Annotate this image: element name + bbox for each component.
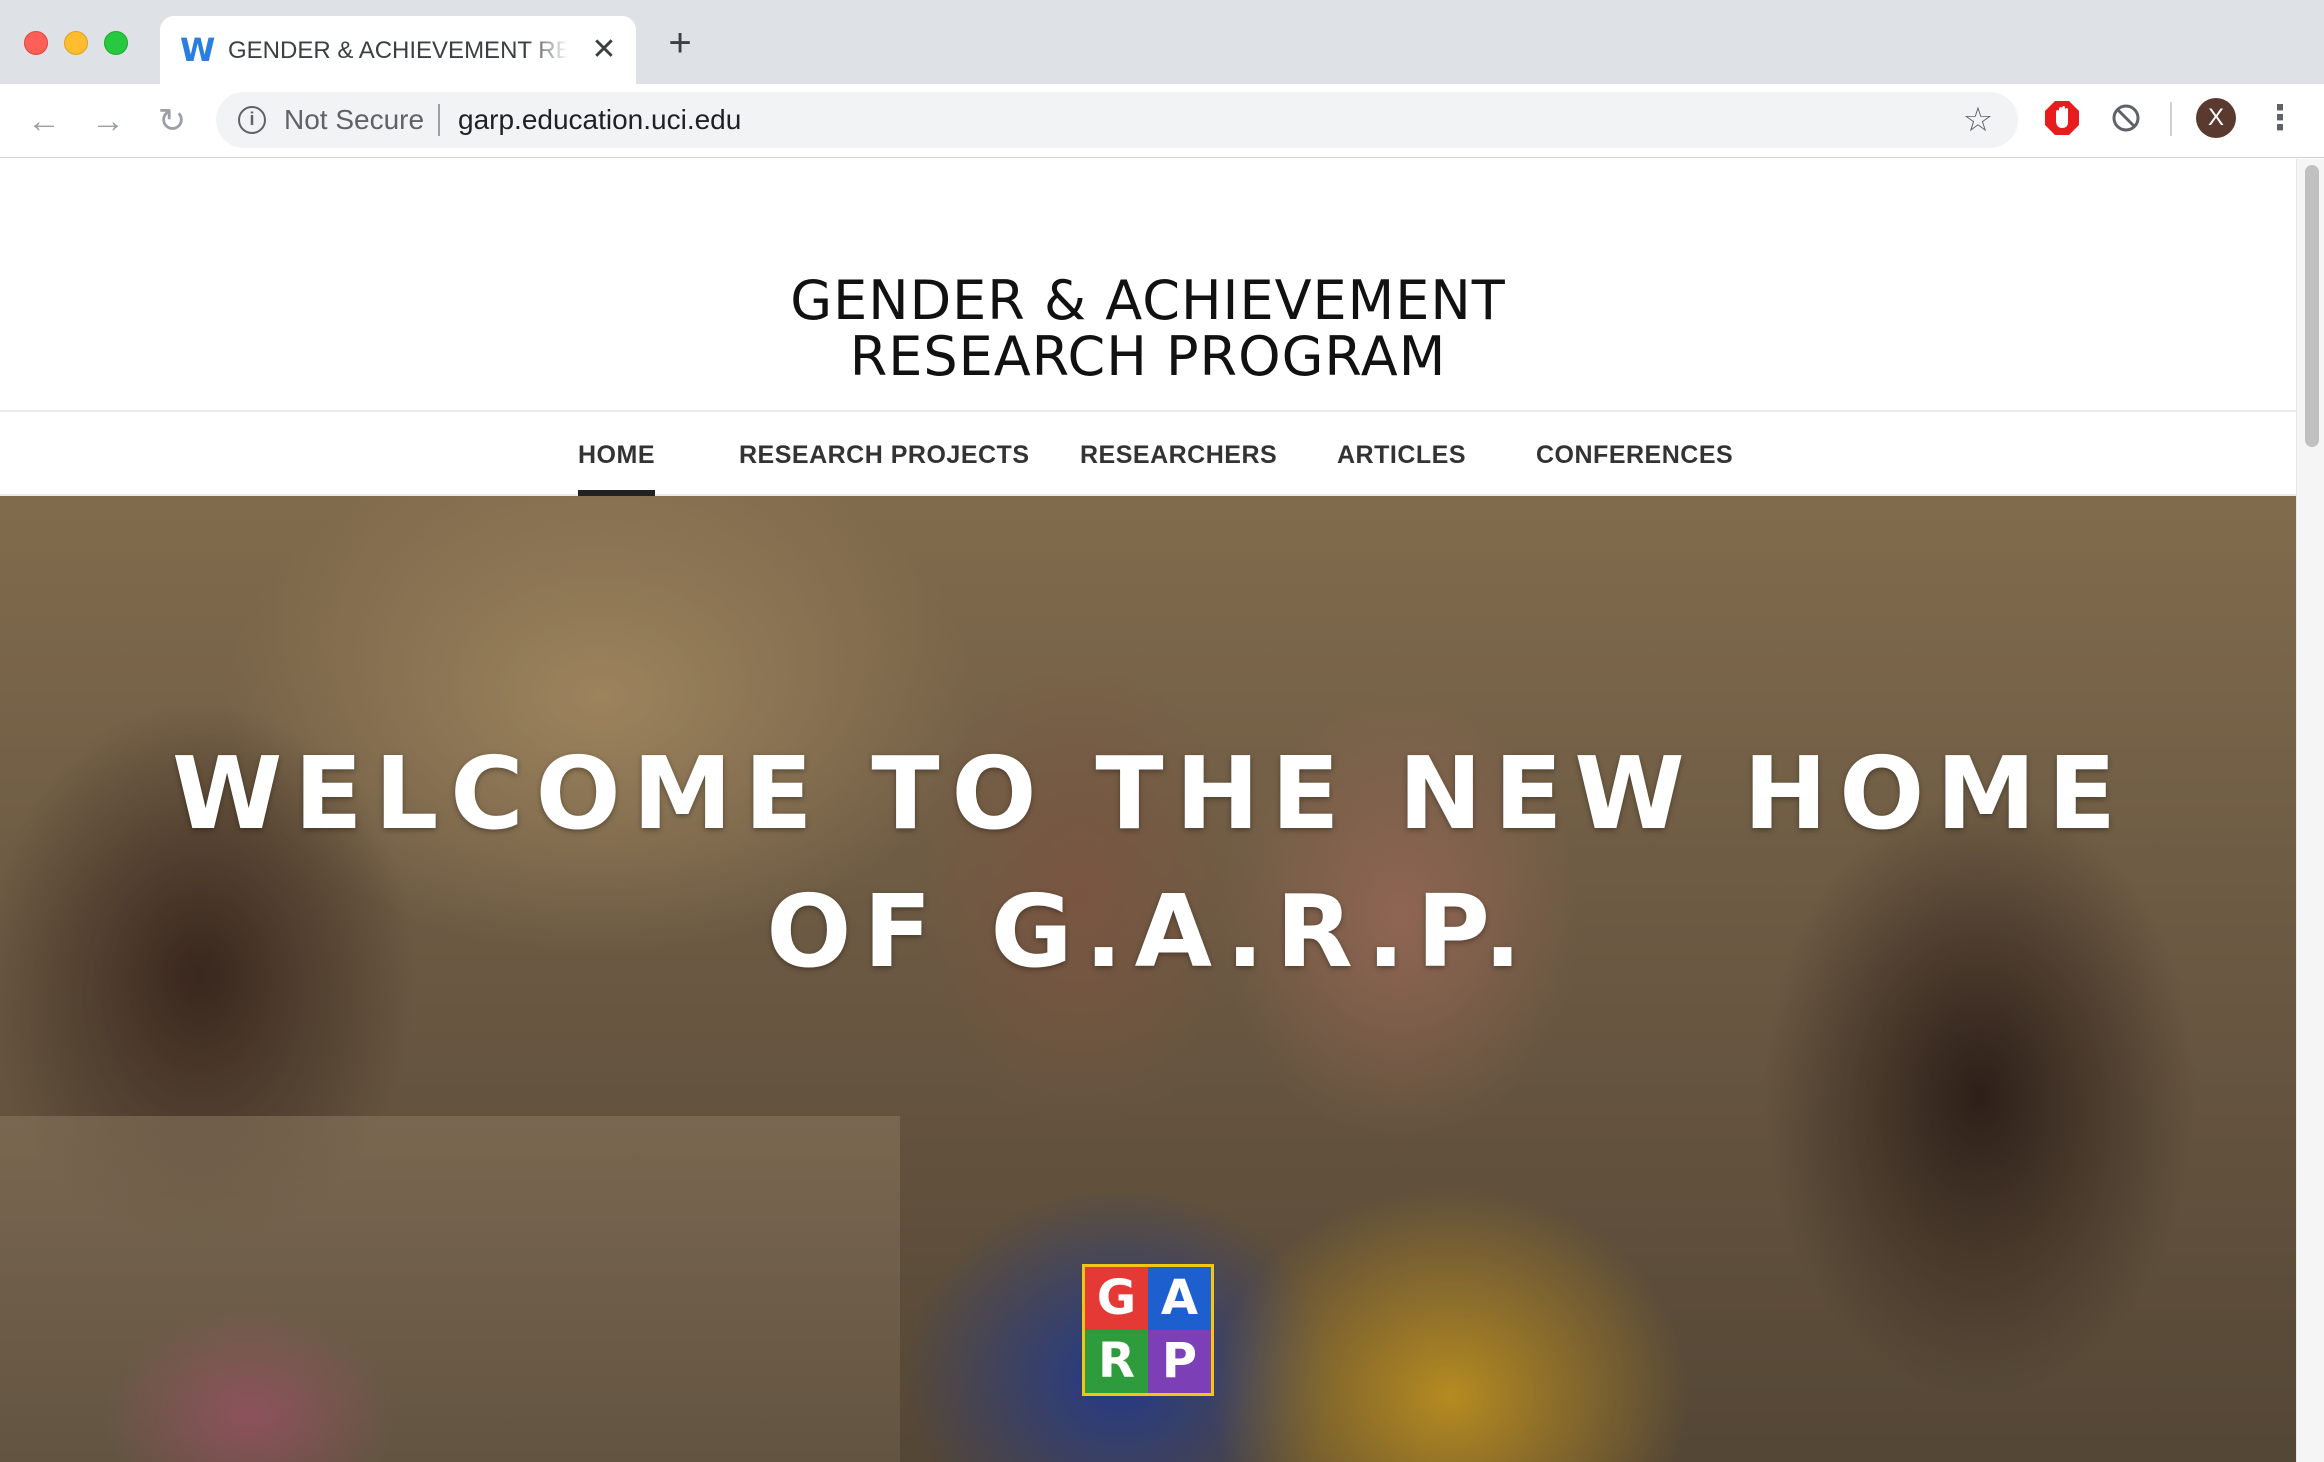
hero-heading: WELCOME TO THE NEW HOME OF G.A.R.P. [150, 725, 2150, 1001]
scrollbar-thumb[interactable] [2305, 165, 2319, 447]
window-zoom-button[interactable] [104, 31, 128, 55]
block-extension-icon[interactable] [2110, 102, 2142, 134]
garp-logo-letter: A [1148, 1267, 1211, 1330]
new-tab-button[interactable]: + [664, 23, 696, 63]
browser-chrome: W GENDER & ACHIEVEMENT RESEARCH PROGRAM … [0, 0, 2324, 158]
hero-banner: WELCOME TO THE NEW HOME OF G.A.R.P. G A … [0, 496, 2296, 1462]
hero-heading-line-1: WELCOME TO THE NEW HOME [171, 735, 2129, 852]
site-title-line-1: GENDER & ACHIEVEMENT [790, 269, 1506, 333]
reload-icon[interactable]: ↻ [152, 102, 192, 142]
page-viewport: GENDER & ACHIEVEMENT RESEARCH PROGRAM HO… [0, 159, 2324, 1462]
garp-logo-letter: G [1085, 1267, 1148, 1330]
address-bar[interactable]: i Not Secure garp.education.uci.edu ☆ [216, 92, 2018, 148]
garp-logo: G A R P [1082, 1264, 1214, 1396]
url-text[interactable]: garp.education.uci.edu [458, 104, 741, 136]
site-header: GENDER & ACHIEVEMENT RESEARCH PROGRAM [0, 159, 2296, 410]
bookmark-star-icon[interactable]: ☆ [1960, 102, 1996, 138]
forward-arrow-icon[interactable]: → [88, 102, 128, 142]
nav-home[interactable]: HOME [578, 438, 655, 496]
page-scrollbar[interactable] [2296, 159, 2324, 1462]
omnibox-divider [438, 104, 440, 136]
profile-avatar[interactable]: X [2196, 98, 2236, 138]
browser-tab-active[interactable]: W GENDER & ACHIEVEMENT RESEARCH PROGRAM … [160, 16, 636, 84]
nav-researchers[interactable]: RESEARCHERS [1080, 438, 1277, 472]
tab-strip: W GENDER & ACHIEVEMENT RESEARCH PROGRAM … [0, 0, 2324, 84]
garp-logo-letter: P [1148, 1330, 1211, 1393]
garp-logo-letter: R [1085, 1330, 1148, 1393]
nav-articles[interactable]: ARTICLES [1337, 438, 1466, 472]
site-navigation: HOME RESEARCH PROJECTS RESEARCHERS ARTIC… [0, 410, 2296, 496]
weebly-w-icon: W [180, 31, 216, 69]
tab-title: GENDER & ACHIEVEMENT RESEARCH PROGRAM [228, 37, 568, 64]
hero-heading-line-2: OF G.A.R.P. [766, 873, 1534, 990]
nav-conferences[interactable]: CONFERENCES [1536, 438, 1733, 472]
site-title-line-2: RESEARCH PROGRAM [849, 325, 1447, 389]
site-title[interactable]: GENDER & ACHIEVEMENT RESEARCH PROGRAM [0, 273, 2296, 385]
close-tab-icon[interactable]: ✕ [588, 34, 620, 66]
adblock-extension-icon[interactable] [2044, 100, 2080, 136]
window-close-button[interactable] [24, 31, 48, 55]
hero-background-photo [0, 1116, 900, 1462]
toolbar-divider [2170, 102, 2172, 136]
security-status-label[interactable]: Not Secure [284, 104, 424, 136]
info-icon[interactable]: i [238, 106, 266, 134]
window-minimize-button[interactable] [64, 31, 88, 55]
nav-research-projects[interactable]: RESEARCH PROJECTS [739, 438, 1030, 472]
back-arrow-icon[interactable]: ← [24, 102, 64, 142]
browser-menu-icon[interactable]: ⋮ [2262, 100, 2298, 136]
browser-toolbar: ← → ↻ i Not Secure garp.education.uci.ed… [0, 84, 2324, 158]
